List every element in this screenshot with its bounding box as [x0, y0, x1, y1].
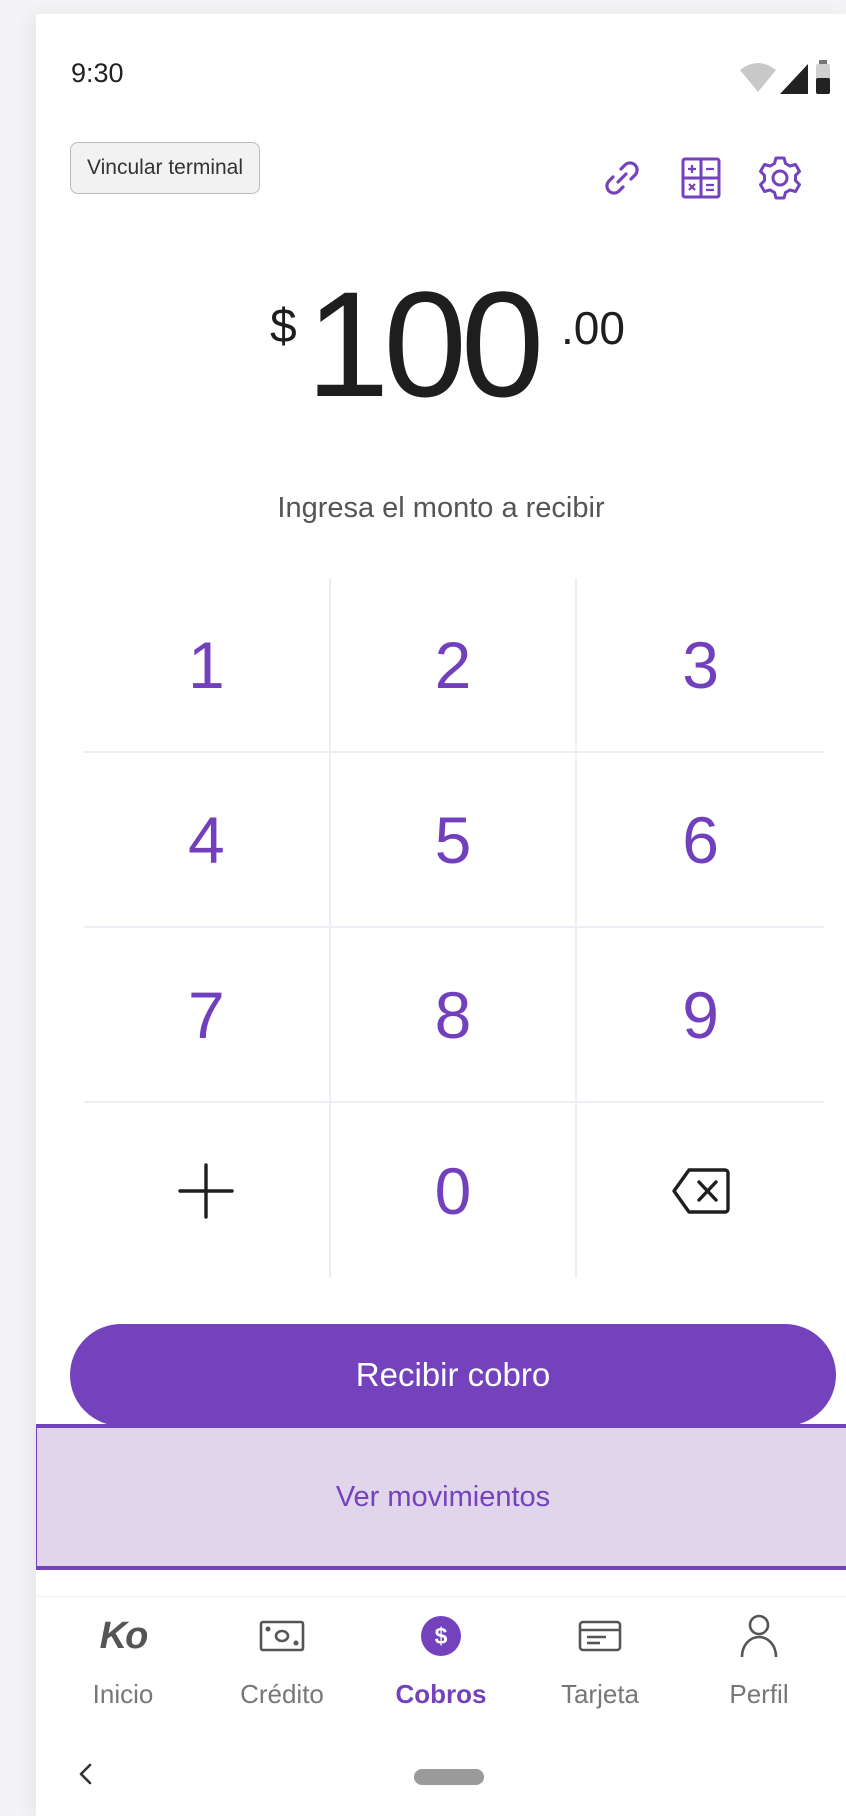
status-icons: [740, 60, 830, 94]
nav-label-cobros: Cobros: [395, 1679, 487, 1709]
amount-decimal: .00: [561, 302, 625, 354]
nav-label-tarjeta: Tarjeta: [560, 1679, 640, 1709]
nav-label-credito: Crédito: [240, 1679, 324, 1709]
gear-icon[interactable]: [756, 154, 804, 202]
user-icon: [740, 1614, 778, 1658]
amount-display: $ 100 .00: [36, 269, 846, 429]
amount-currency: $: [270, 300, 297, 353]
amount-integer: 100: [306, 260, 544, 428]
key-8[interactable]: 8: [330, 928, 578, 1103]
phone-screen: 9:30 Vincular terminal $ 100 .00 Ingresa…: [36, 14, 846, 1816]
key-6[interactable]: 6: [577, 753, 824, 928]
link-terminal-button[interactable]: Vincular terminal: [70, 142, 261, 194]
amount-hint: Ingresa el monto a recibir: [277, 492, 605, 524]
card-icon: [578, 1620, 622, 1652]
receive-payment-button[interactable]: Recibir cobro: [70, 1324, 836, 1426]
view-movements-button[interactable]: Ver movimientos: [36, 1424, 846, 1570]
nav-label-perfil: Perfil: [729, 1679, 789, 1709]
calculator-icon[interactable]: [677, 154, 725, 202]
key-5[interactable]: 5: [330, 753, 578, 928]
key-3[interactable]: 3: [577, 578, 824, 753]
key-7[interactable]: 7: [84, 928, 331, 1103]
link-icon[interactable]: [598, 154, 646, 202]
nav-label-inicio: Inicio: [92, 1679, 154, 1709]
cash-icon: [259, 1620, 305, 1652]
key-1[interactable]: 1: [84, 578, 331, 753]
key-0[interactable]: 0: [331, 1103, 578, 1278]
nav-item-perfil[interactable]: Perfil: [684, 1597, 834, 1724]
dollar-circle-icon: $: [421, 1616, 461, 1656]
nav-item-tarjeta[interactable]: Tarjeta: [525, 1597, 675, 1724]
key-backspace[interactable]: [577, 1103, 824, 1278]
wifi-icon: [740, 63, 776, 92]
bottom-nav: Ko Inicio Crédito $ Cobros Tarjeta Perfi…: [36, 1596, 846, 1724]
nav-item-inicio[interactable]: Ko Inicio: [48, 1597, 198, 1724]
signal-icon: [780, 64, 808, 94]
ko-logo-icon: Ko: [99, 1614, 149, 1657]
key-2[interactable]: 2: [330, 578, 578, 753]
battery-icon: [816, 60, 830, 94]
keypad: 1 2 3 4 5 6 7 8 9 0: [84, 578, 824, 1278]
status-time: 9:30: [71, 58, 124, 88]
key-4[interactable]: 4: [84, 753, 331, 928]
plus-icon: [178, 1162, 235, 1219]
backspace-icon: [671, 1167, 730, 1214]
key-plus[interactable]: [84, 1103, 331, 1278]
key-9[interactable]: 9: [577, 928, 824, 1103]
svg-text:$: $: [435, 1623, 448, 1649]
nav-item-cobros[interactable]: $ Cobros: [366, 1597, 516, 1724]
home-pill[interactable]: [414, 1769, 484, 1785]
back-icon[interactable]: [74, 1759, 98, 1789]
nav-item-credito[interactable]: Crédito: [207, 1597, 357, 1724]
